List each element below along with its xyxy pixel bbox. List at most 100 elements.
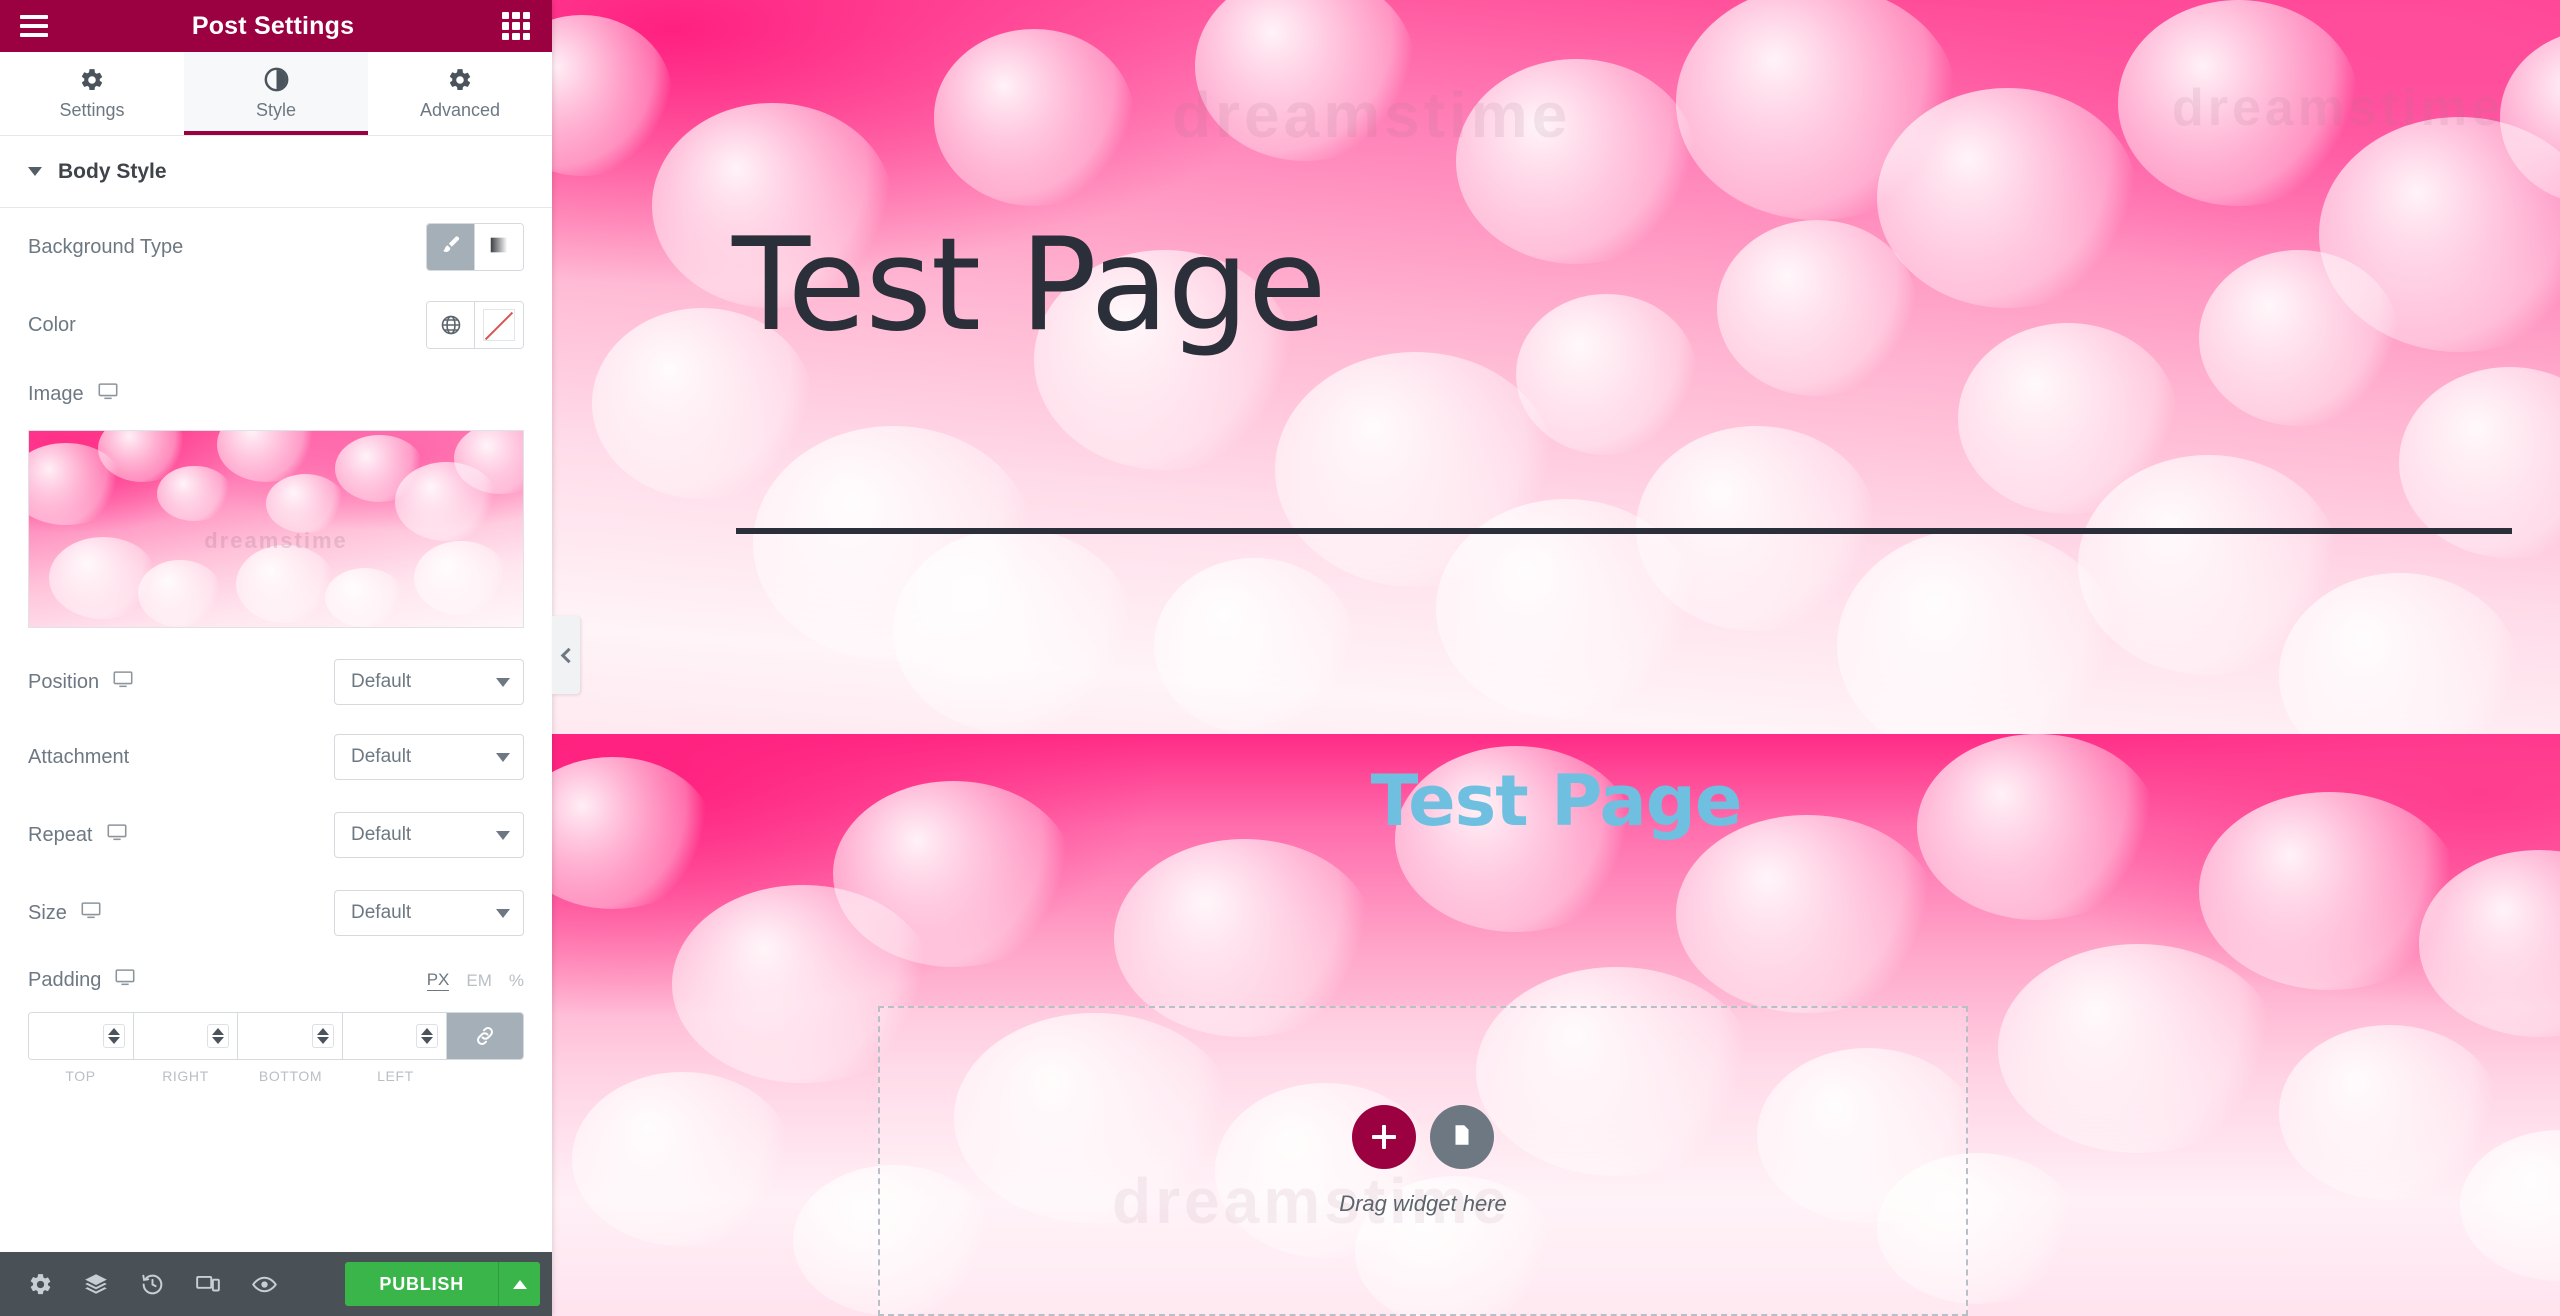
- background-type-gradient-button[interactable]: [475, 224, 523, 270]
- responsive-device-icon[interactable]: [180, 1252, 236, 1316]
- panel-header: Post Settings: [0, 0, 552, 52]
- widgets-grid-icon[interactable]: [490, 0, 542, 52]
- padding-side-labels: TOP RIGHT BOTTOM LEFT: [28, 1068, 524, 1084]
- control-label: Size: [28, 901, 67, 924]
- chevron-down-icon: [496, 908, 510, 918]
- control-background-type: Background Type: [28, 208, 524, 286]
- attachment-select[interactable]: Default: [334, 734, 524, 780]
- padding-label-spacer: [448, 1068, 524, 1084]
- background-type-classic-button[interactable]: [427, 224, 475, 270]
- padding-fields: TOP RIGHT BOTTOM LEFT: [28, 1012, 524, 1084]
- settings-gear-icon[interactable]: [12, 1252, 68, 1316]
- panel-collapse-handle[interactable]: [552, 616, 580, 694]
- attachment-value: Default: [351, 746, 412, 767]
- bokeh-thumbnail: dreamstime: [29, 431, 523, 627]
- control-position: Position Default: [28, 646, 524, 718]
- style-controls: Background Type Color Image dreamstime P…: [0, 208, 552, 1252]
- control-label: Attachment: [28, 745, 130, 768]
- publish-options-button[interactable]: [498, 1262, 540, 1306]
- spinner-icon[interactable]: [107, 1028, 120, 1044]
- desktop-monitor-icon[interactable]: [112, 668, 134, 696]
- padding-label-left: LEFT: [377, 1068, 414, 1084]
- no-color-swatch-icon[interactable]: [475, 302, 523, 348]
- chevron-left-icon: [560, 647, 576, 663]
- add-template-button[interactable]: [1430, 1105, 1494, 1169]
- repeat-value: Default: [351, 824, 412, 845]
- contrast-circle-icon: [263, 66, 290, 93]
- control-repeat: Repeat Default: [28, 796, 524, 874]
- mid-section[interactable]: dreamstime Test Page Drag widg: [552, 734, 2560, 1316]
- publish-button[interactable]: PUBLISH: [345, 1262, 498, 1306]
- gradient-square-icon: [488, 234, 510, 261]
- tab-label: Settings: [59, 99, 125, 120]
- tab-settings[interactable]: Settings: [0, 52, 184, 135]
- hamburger-menu-icon[interactable]: [8, 0, 60, 52]
- desktop-monitor-icon[interactable]: [80, 899, 102, 927]
- chevron-down-icon: [496, 830, 510, 840]
- desktop-monitor-icon[interactable]: [97, 380, 119, 408]
- hero-section[interactable]: dreamstime dreamstime Test Page: [552, 0, 2560, 734]
- padding-bottom-input[interactable]: [238, 1013, 343, 1059]
- unit-em[interactable]: EM: [466, 971, 492, 991]
- spinner-icon[interactable]: [316, 1028, 329, 1044]
- gear-sliders-icon: [447, 67, 473, 93]
- padding-right-input[interactable]: [133, 1013, 238, 1059]
- globe-icon[interactable]: [427, 302, 475, 348]
- section-body-style-header[interactable]: Body Style: [0, 136, 552, 208]
- link-chain-icon[interactable]: [447, 1013, 523, 1059]
- control-attachment: Attachment Default: [28, 718, 524, 796]
- panel-tabs: Settings Style Advanced: [0, 52, 552, 136]
- panel-footer: PUBLISH: [0, 1252, 552, 1316]
- padding-top-input[interactable]: [29, 1013, 134, 1059]
- background-image-preview[interactable]: dreamstime: [28, 430, 524, 628]
- tab-advanced[interactable]: Advanced: [368, 52, 552, 135]
- position-value: Default: [351, 671, 412, 692]
- control-color: Color: [28, 286, 524, 364]
- history-clock-icon[interactable]: [124, 1252, 180, 1316]
- spinner-icon[interactable]: [421, 1028, 433, 1044]
- control-label: Background Type: [28, 235, 184, 258]
- padding-label-bottom: BOTTOM: [258, 1068, 323, 1084]
- elementor-editor: Post Settings Settings Style Advanced Bo…: [0, 0, 2560, 1316]
- gear-icon: [79, 67, 105, 93]
- tab-label: Style: [255, 100, 297, 120]
- padding-label-right: RIGHT: [162, 1068, 209, 1084]
- unit-px[interactable]: PX: [426, 970, 450, 991]
- editor-panel: Post Settings Settings Style Advanced Bo…: [0, 0, 552, 1316]
- folder-template-icon: [1449, 1122, 1475, 1153]
- size-select[interactable]: Default: [334, 890, 524, 936]
- hero-title[interactable]: Test Page: [732, 222, 1327, 350]
- padding-label-top: TOP: [65, 1068, 96, 1084]
- padding-left-input[interactable]: [342, 1013, 447, 1059]
- chevron-down-icon: [28, 167, 42, 176]
- dropzone-hint: Drag widget here: [1339, 1191, 1507, 1216]
- repeat-select[interactable]: Default: [334, 812, 524, 858]
- background-type-choices: [426, 223, 524, 271]
- padding-units: PX EM %: [426, 970, 524, 991]
- navigator-layers-icon[interactable]: [68, 1252, 124, 1316]
- caret-up-icon: [512, 1279, 527, 1289]
- hero-divider[interactable]: [736, 528, 2512, 534]
- control-label: Position: [28, 670, 100, 693]
- hero-background: [552, 0, 2560, 734]
- desktop-monitor-icon[interactable]: [106, 821, 128, 849]
- control-label: Image: [28, 382, 84, 405]
- paint-brush-icon: [440, 234, 462, 261]
- unit-percent[interactable]: %: [509, 971, 524, 991]
- desktop-monitor-icon[interactable]: [114, 966, 136, 994]
- widget-dropzone[interactable]: Drag widget here: [878, 1006, 1968, 1316]
- section-title: Body Style: [58, 159, 167, 183]
- mid-title[interactable]: Test Page: [552, 760, 2560, 842]
- control-label: Padding: [28, 968, 102, 991]
- control-image: Image: [28, 364, 524, 424]
- control-label: Color: [28, 313, 76, 336]
- page-canvas: dreamstime dreamstime Test Page: [552, 0, 2560, 1316]
- size-value: Default: [351, 902, 412, 923]
- position-select[interactable]: Default: [334, 659, 524, 705]
- spinner-icon[interactable]: [212, 1028, 224, 1044]
- control-padding: Padding PX EM %: [28, 952, 524, 1008]
- tab-style[interactable]: Style: [184, 52, 368, 135]
- publish-group: PUBLISH: [345, 1262, 540, 1306]
- add-widget-button[interactable]: [1352, 1105, 1416, 1169]
- preview-eye-icon[interactable]: [236, 1252, 292, 1316]
